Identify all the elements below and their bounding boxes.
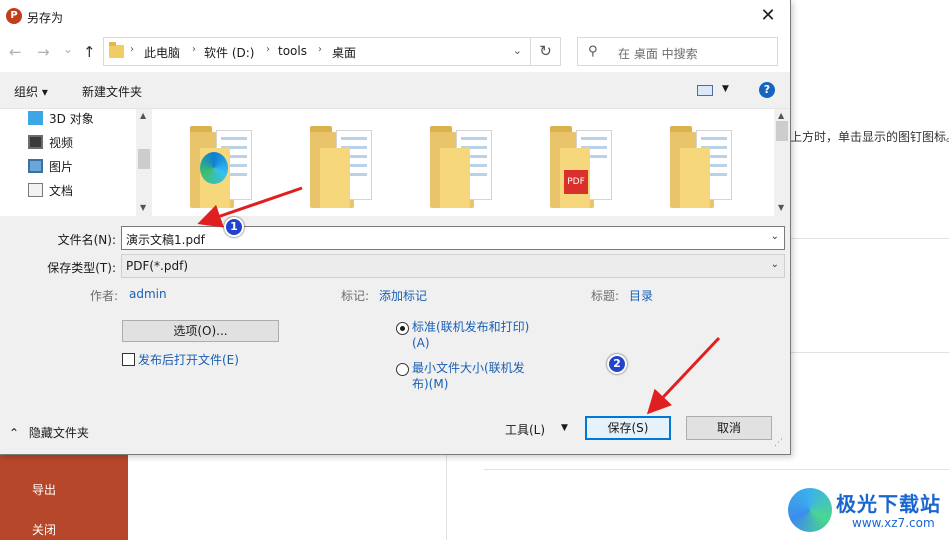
tags-value[interactable]: 添加标记 [379,287,427,304]
open-after-publish-checkbox[interactable] [122,353,135,366]
hide-folders-toggle[interactable]: ⌃ 隐藏文件夹 [9,424,89,441]
save-button[interactable]: 保存(S) [585,416,671,440]
chevron-down-icon[interactable]: ⌄ [771,259,779,270]
new-folder-button[interactable]: 新建文件夹 [82,83,142,100]
search-input[interactable]: ⚲ 在 桌面 中搜索 [577,37,778,66]
menu-close[interactable]: 关闭 [0,521,128,538]
cube-icon [28,111,43,125]
annotation-badge-2: 2 [607,354,627,374]
author-value[interactable]: admin [129,287,167,301]
scroll-up-icon[interactable]: ▲ [140,111,146,120]
site-watermark: 极光下载站 www.xz7.com [786,484,946,538]
video-icon [28,135,43,149]
dialog-titlebar[interactable]: P 另存为 ✕ [0,0,790,32]
file-list-pane: PDF ▲ ▼ [152,108,790,217]
nav-pane-scrollbar[interactable]: ▲ ▼ [136,109,152,217]
filetype-label: 保存类型(T): [47,261,116,275]
menu-export[interactable]: 导出 [0,481,128,498]
refresh-icon[interactable]: ↻ [531,37,561,66]
organize-menu[interactable]: 组织 ▾ [14,83,48,100]
breadcrumb-separator[interactable]: › [266,44,270,55]
radio-standard-label[interactable]: 标准(联机发布和打印) (A) [412,319,529,351]
breadcrumb-this-pc[interactable]: 此电脑 [144,44,180,61]
tools-button[interactable]: 工具(L) [505,421,545,438]
filetype-select[interactable]: PDF(*.pdf) ⌄ [121,254,785,278]
title-label: 标题: [591,289,620,303]
breadcrumb-drive-d[interactable]: 软件 (D:) [204,44,254,61]
file-list-scrollbar[interactable]: ▲ ▼ [774,109,790,217]
folder-item[interactable] [670,126,738,208]
forward-arrow-icon[interactable]: → [37,44,50,60]
watermark-url: www.xz7.com [852,516,935,530]
pin-hint-text: 上方时，单击显示的图钉图标。 [790,130,949,144]
chevron-up-icon: ⌃ [9,426,20,440]
filename-label: 文件名(N): [57,233,116,247]
title-value[interactable]: 目录 [629,287,653,304]
picture-icon [28,159,43,173]
resize-grip-icon[interactable]: ⋰ [774,439,786,452]
open-after-publish-label[interactable]: 发布后打开文件(E) [138,351,239,368]
navigation-pane: 3D 对象 视频 图片 文档 下载 ▲ ▼ [0,108,152,217]
scrollbar-thumb[interactable] [776,121,788,141]
scroll-down-icon[interactable]: ▼ [778,203,784,212]
filename-value: 演示文稿1.pdf [126,233,205,247]
view-options-icon[interactable] [697,85,713,96]
annotation-badge-1: 1 [224,217,244,237]
author-label: 作者: [90,289,119,303]
chevron-down-icon[interactable]: ⌄ [771,231,779,242]
breadcrumb-tools[interactable]: tools [278,44,307,58]
scrollbar-thumb[interactable] [138,149,150,169]
pdf-file-icon: PDF [564,170,588,194]
edge-browser-icon [200,152,228,184]
filename-input[interactable]: 演示文稿1.pdf ⌄ [121,226,785,250]
folder-icon [109,42,124,58]
dialog-toolbar: 组织 ▾ 新建文件夹 ▼ ? [0,72,790,108]
watermark-name: 极光下载站 [836,492,941,516]
back-arrow-icon[interactable]: ← [9,44,22,60]
options-button[interactable]: 选项(O)... [122,320,279,342]
up-arrow-icon[interactable]: ↑ [83,44,96,60]
breadcrumb-separator[interactable]: › [192,44,196,55]
filetype-value: PDF(*.pdf) [126,259,189,273]
search-placeholder: 在 桌面 中搜索 [618,47,698,61]
watermark-logo-icon [788,488,832,532]
breadcrumb-separator[interactable]: › [318,44,322,55]
folder-item[interactable] [430,126,498,208]
folder-item[interactable] [310,126,378,208]
folder-item[interactable] [190,126,258,208]
close-button[interactable]: ✕ [746,0,790,32]
recent-locations-icon[interactable]: ⌄ [63,41,73,57]
tools-dropdown-icon[interactable]: ▼ [561,423,568,433]
chevron-down-icon[interactable]: ⌄ [513,44,522,57]
address-bar[interactable]: › 此电脑 › 软件 (D:) › tools › 桌面 ⌄ [103,37,531,66]
folder-item[interactable]: PDF [550,126,618,208]
document-icon [28,183,43,197]
radio-standard[interactable] [396,322,409,335]
tags-label: 标记: [341,289,370,303]
powerpoint-icon: P [6,8,22,24]
breadcrumb-desktop[interactable]: 桌面 [332,44,356,61]
breadcrumb-separator: › [130,44,134,55]
save-as-dialog: P 另存为 ✕ ← → ⌄ ↑ › 此电脑 › 软件 (D:) › tools … [0,0,791,455]
help-icon[interactable]: ? [759,82,775,98]
view-dropdown-icon[interactable]: ▼ [722,84,729,94]
cancel-button[interactable]: 取消 [686,416,772,440]
scroll-down-icon[interactable]: ▼ [140,203,146,212]
radio-minimum-size-label[interactable]: 最小文件大小(联机发 布)(M) [412,360,525,392]
dialog-title: 另存为 [27,11,64,25]
scroll-up-icon[interactable]: ▲ [778,111,784,120]
search-icon: ⚲ [588,44,598,59]
radio-minimum-size[interactable] [396,363,409,376]
navigation-bar: ← → ⌄ ↑ › 此电脑 › 软件 (D:) › tools › 桌面 ⌄ ↻… [0,32,790,72]
